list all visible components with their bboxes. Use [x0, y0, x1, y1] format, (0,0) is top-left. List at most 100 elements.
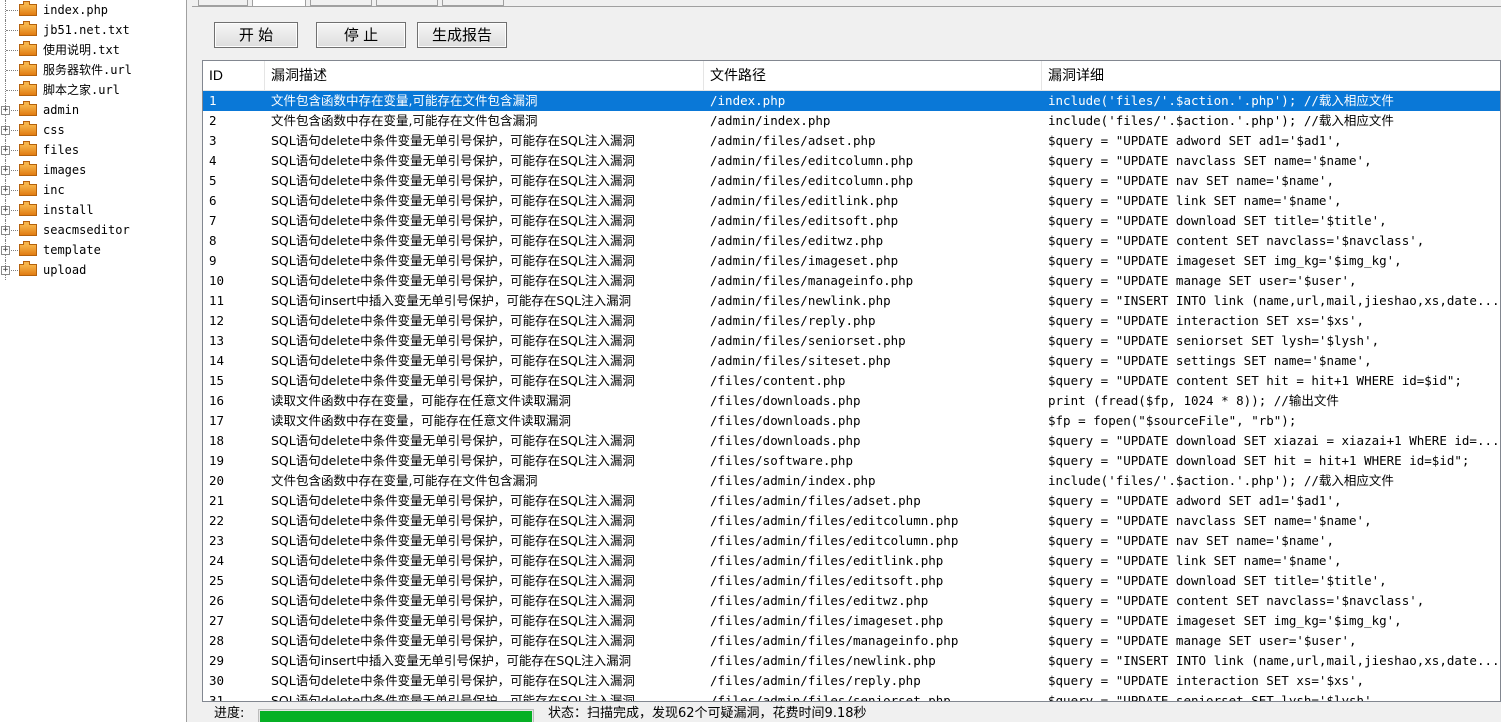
table-row[interactable]: 21 SQL语句delete中条件变量无单引号保护，可能存在SQL注入漏洞/fil… — [203, 491, 1500, 511]
tree-item-label: 脚本之家.url — [43, 83, 120, 97]
tree-item[interactable]: + inc — [0, 180, 186, 200]
table-row[interactable]: 12 SQL语句delete中条件变量无单引号保护，可能存在SQL注入漏洞/adm… — [203, 311, 1500, 331]
column-header-detail[interactable]: 漏洞详细 — [1042, 61, 1500, 90]
cell-description: SQL语句delete中条件变量无单引号保护，可能存在SQL注入漏洞 — [271, 213, 635, 228]
table-row[interactable]: 27 SQL语句delete中条件变量无单引号保护，可能存在SQL注入漏洞/fil… — [203, 611, 1500, 631]
table-row[interactable]: 20 文件包含函数中存在变量,可能存在文件包含漏洞/files/admin/ind… — [203, 471, 1500, 491]
table-row[interactable]: 25 SQL语句delete中条件变量无单引号保护，可能存在SQL注入漏洞/fil… — [203, 571, 1500, 591]
tree-item-label: upload — [43, 263, 87, 277]
tab-5[interactable] — [442, 0, 504, 6]
tree-item[interactable]: index.php — [0, 0, 186, 20]
file-tree[interactable]: index.php jb51.net.txt 使用说明.txt 服务器软件.url 脚本… — [0, 0, 187, 722]
cell-description: SQL语句delete中条件变量无单引号保护，可能存在SQL注入漏洞 — [271, 333, 635, 348]
cell-detail: include('files/'.$action.'.php'); //载入相应… — [1048, 473, 1394, 488]
table-row[interactable]: 10 SQL语句delete中条件变量无单引号保护，可能存在SQL注入漏洞/adm… — [203, 271, 1500, 291]
table-row[interactable]: 24 SQL语句delete中条件变量无单引号保护，可能存在SQL注入漏洞/fil… — [203, 551, 1500, 571]
tree-item[interactable]: + css — [0, 120, 186, 140]
tree-item[interactable]: + template — [0, 240, 186, 260]
file-icon — [19, 1, 37, 16]
table-row[interactable]: 18 SQL语句delete中条件变量无单引号保护，可能存在SQL注入漏洞/fil… — [203, 431, 1500, 451]
tree-item[interactable]: + seacmseditor — [0, 220, 186, 240]
cell-detail: $query = "INSERT INTO link (name,url,mai… — [1048, 653, 1500, 668]
expand-icon[interactable]: + — [1, 246, 10, 255]
expand-icon[interactable]: + — [1, 126, 10, 135]
table-row[interactable]: 23 SQL语句delete中条件变量无单引号保护，可能存在SQL注入漏洞/fil… — [203, 531, 1500, 551]
table-row[interactable]: 22 SQL语句delete中条件变量无单引号保护，可能存在SQL注入漏洞/fil… — [203, 511, 1500, 531]
cell-description: SQL语句delete中条件变量无单引号保护，可能存在SQL注入漏洞 — [271, 373, 635, 388]
column-header-id[interactable]: ID — [203, 61, 265, 90]
tree-item-label: jb51.net.txt — [43, 23, 130, 37]
table-row[interactable]: 17 读取文件函数中存在变量，可能存在任意文件读取漏洞/files/downloa… — [203, 411, 1500, 431]
cell-id: 3 — [209, 133, 217, 148]
stop-button[interactable]: 停 止 — [316, 22, 406, 48]
cell-detail: $query = "UPDATE adword SET ad1='$ad1', — [1048, 493, 1342, 508]
cell-description: SQL语句delete中条件变量无单引号保护，可能存在SQL注入漏洞 — [271, 573, 635, 588]
tree-item[interactable]: 脚本之家.url — [0, 80, 186, 100]
cell-description: SQL语句delete中条件变量无单引号保护，可能存在SQL注入漏洞 — [271, 613, 635, 628]
tree-item[interactable]: + admin — [0, 100, 186, 120]
cell-description: 读取文件函数中存在变量，可能存在任意文件读取漏洞 — [271, 413, 572, 428]
table-row[interactable]: 15 SQL语句delete中条件变量无单引号保护，可能存在SQL注入漏洞/fil… — [203, 371, 1500, 391]
tab-1[interactable] — [198, 0, 248, 6]
table-row[interactable]: 16 读取文件函数中存在变量，可能存在任意文件读取漏洞/files/downloa… — [203, 391, 1500, 411]
cell-id: 25 — [209, 573, 225, 588]
cell-detail: $query = "UPDATE imageset SET img_kg='$i… — [1048, 253, 1402, 268]
column-header-description[interactable]: 漏洞描述 — [265, 61, 704, 90]
table-row[interactable]: 29 SQL语句insert中插入变量无单引号保护，可能存在SQL注入漏洞/fil… — [203, 651, 1500, 671]
tab-4[interactable] — [376, 0, 438, 6]
table-row[interactable]: 13 SQL语句delete中条件变量无单引号保护，可能存在SQL注入漏洞/adm… — [203, 331, 1500, 351]
expand-icon[interactable]: + — [1, 166, 10, 175]
table-row[interactable]: 9 SQL语句delete中条件变量无单引号保护，可能存在SQL注入漏洞/admi… — [203, 251, 1500, 271]
table-row[interactable]: 31 SQL语句delete中条件变量无单引号保护，可能存在SQL注入漏洞/fil… — [203, 691, 1500, 701]
table-row[interactable]: 14 SQL语句delete中条件变量无单引号保护，可能存在SQL注入漏洞/adm… — [203, 351, 1500, 371]
cell-description: SQL语句delete中条件变量无单引号保护，可能存在SQL注入漏洞 — [271, 153, 635, 168]
expand-icon[interactable]: + — [1, 226, 10, 235]
tree-item[interactable]: + upload — [0, 260, 186, 280]
table-row[interactable]: 26 SQL语句delete中条件变量无单引号保护，可能存在SQL注入漏洞/fil… — [203, 591, 1500, 611]
expand-icon[interactable]: + — [1, 146, 10, 155]
cell-id: 19 — [209, 453, 225, 468]
tree-item[interactable]: + images — [0, 160, 186, 180]
generate-report-button[interactable]: 生成报告 — [417, 22, 507, 48]
table-row[interactable]: 28 SQL语句delete中条件变量无单引号保护，可能存在SQL注入漏洞/fil… — [203, 631, 1500, 651]
table-row[interactable]: 8 SQL语句delete中条件变量无单引号保护，可能存在SQL注入漏洞/admi… — [203, 231, 1500, 251]
table-row[interactable]: 7 SQL语句delete中条件变量无单引号保护，可能存在SQL注入漏洞/admi… — [203, 211, 1500, 231]
tree-item[interactable]: 使用说明.txt — [0, 40, 186, 60]
tree-item[interactable]: 服务器软件.url — [0, 60, 186, 80]
cell-detail: $fp = fopen("$sourceFile", "rb"); — [1048, 413, 1297, 428]
table-row[interactable]: 30 SQL语句delete中条件变量无单引号保护，可能存在SQL注入漏洞/fil… — [203, 671, 1500, 691]
expand-icon[interactable]: + — [1, 206, 10, 215]
table-row[interactable]: 1 文件包含函数中存在变量,可能存在文件包含漏洞/index.php include… — [203, 91, 1500, 111]
cell-id: 10 — [209, 273, 225, 288]
tree-item-label: index.php — [43, 3, 109, 17]
cell-id: 18 — [209, 433, 225, 448]
start-button[interactable]: 开 始 — [214, 22, 298, 48]
table-row[interactable]: 6 SQL语句delete中条件变量无单引号保护，可能存在SQL注入漏洞/admi… — [203, 191, 1500, 211]
cell-file-path: /files/admin/files/editcolumn.php — [710, 533, 959, 548]
cell-description: SQL语句delete中条件变量无单引号保护，可能存在SQL注入漏洞 — [271, 453, 635, 468]
table-row[interactable]: 5 SQL语句delete中条件变量无单引号保护，可能存在SQL注入漏洞/admi… — [203, 171, 1500, 191]
tree-item[interactable]: + install — [0, 200, 186, 220]
table-row[interactable]: 4 SQL语句delete中条件变量无单引号保护，可能存在SQL注入漏洞/admi… — [203, 151, 1500, 171]
tree-item[interactable]: jb51.net.txt — [0, 20, 186, 40]
vulnerability-list[interactable]: ID 漏洞描述 文件路径 漏洞详细 1 文件包含函数中存在变量,可能存在文件包含漏… — [202, 60, 1501, 702]
cell-description: SQL语句delete中条件变量无单引号保护，可能存在SQL注入漏洞 — [271, 533, 635, 548]
tab-3[interactable] — [310, 0, 372, 6]
cell-id: 29 — [209, 653, 225, 668]
table-row[interactable]: 3 SQL语句delete中条件变量无单引号保护，可能存在SQL注入漏洞/admi… — [203, 131, 1500, 151]
status-bar: 进度: 状态：扫描完成，发现62个可疑漏洞，花费时间9.18秒 — [192, 703, 1501, 722]
cell-description: SQL语句delete中条件变量无单引号保护，可能存在SQL注入漏洞 — [271, 133, 635, 148]
table-row[interactable]: 19 SQL语句delete中条件变量无单引号保护，可能存在SQL注入漏洞/fil… — [203, 451, 1500, 471]
table-row[interactable]: 11 SQL语句insert中插入变量无单引号保护，可能存在SQL注入漏洞/adm… — [203, 291, 1500, 311]
tree-guide-line — [6, 10, 18, 11]
cell-description: SQL语句delete中条件变量无单引号保护，可能存在SQL注入漏洞 — [271, 593, 635, 608]
expand-icon[interactable]: + — [1, 266, 10, 275]
progress-label: 进度: — [214, 706, 245, 721]
cell-id: 1 — [209, 93, 217, 108]
tab-2-active[interactable] — [252, 0, 306, 6]
column-header-file-path[interactable]: 文件路径 — [704, 61, 1042, 90]
expand-icon[interactable]: + — [1, 186, 10, 195]
table-row[interactable]: 2 文件包含函数中存在变量,可能存在文件包含漏洞/admin/index.php i… — [203, 111, 1500, 131]
tree-item[interactable]: + files — [0, 140, 186, 160]
expand-icon[interactable]: + — [1, 106, 10, 115]
